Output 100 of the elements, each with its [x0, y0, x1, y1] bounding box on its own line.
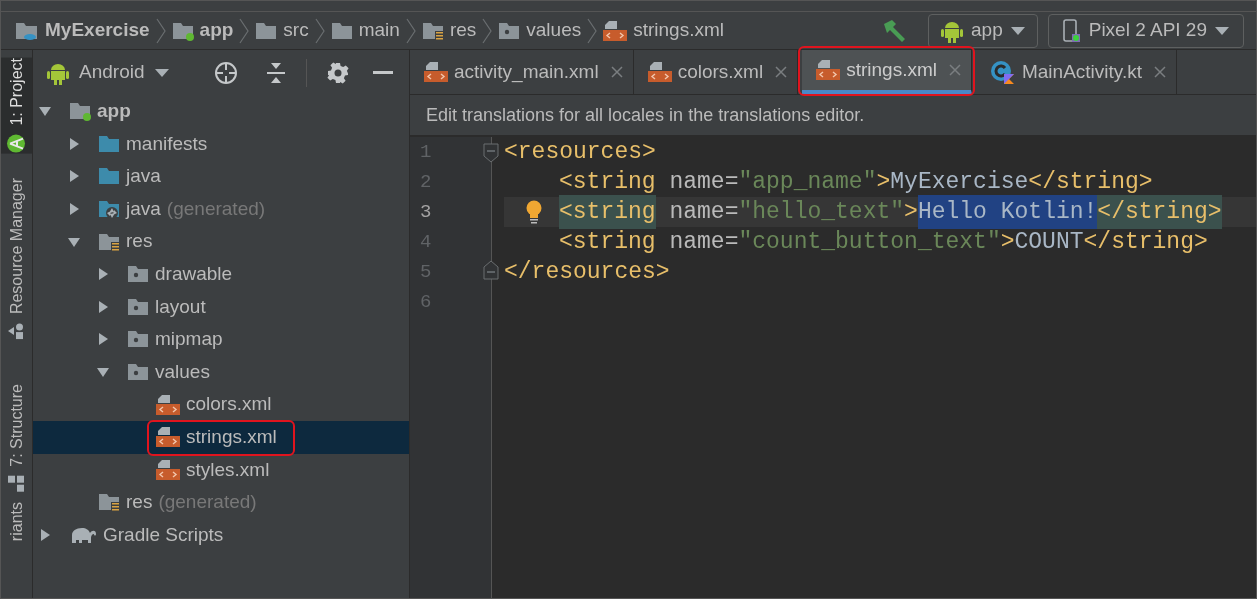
tree-item[interactable]: app	[33, 95, 409, 128]
tree-item[interactable]: res	[33, 225, 409, 258]
code-token: </resources>	[504, 257, 670, 287]
tree-suffix: (generated)	[166, 196, 266, 221]
tree-item[interactable]: Gradle Scripts	[33, 518, 409, 552]
tree-suffix: (generated)	[158, 490, 257, 515]
resource-folder-icon	[98, 492, 120, 513]
breadcrumb[interactable]: res	[419, 16, 479, 45]
shapes-icon	[7, 321, 26, 340]
resource-folder-icon	[98, 231, 120, 252]
tree-label: colors.xml	[186, 392, 272, 417]
editor-tab[interactable]: MainActivity.kt	[975, 50, 1177, 94]
editor-tab[interactable]: colors.xml	[633, 50, 799, 94]
folder-icon	[98, 166, 120, 187]
tree-item[interactable]: java	[33, 160, 409, 193]
code-token: name=	[668, 167, 739, 197]
expand-arrow-icon[interactable]	[67, 169, 81, 184]
breadcrumb[interactable]: app	[169, 16, 236, 45]
tree-item[interactable]: layout	[33, 290, 409, 324]
tree-item[interactable]: strings.xml	[33, 420, 409, 454]
xml-file-icon	[156, 393, 180, 416]
chevron-icon	[314, 17, 325, 44]
folder-icon	[127, 329, 149, 350]
close-icon[interactable]	[610, 66, 623, 78]
tree-label: manifests	[126, 131, 208, 156]
device-dropdown[interactable]: Pixel 2 API 29	[1047, 13, 1244, 48]
code-token: >	[904, 197, 918, 227]
chevron-icon	[239, 17, 250, 44]
notice-text: Edit translations for all locales in the translations editor.	[426, 103, 865, 127]
chevron-icon	[587, 17, 598, 44]
code-token: "app_name"	[738, 167, 877, 197]
folder-icon	[127, 264, 149, 285]
line-number: 3	[419, 199, 432, 225]
settings-icon[interactable]	[327, 61, 349, 84]
close-icon[interactable]	[1154, 66, 1166, 78]
android-studio-icon	[6, 133, 27, 154]
lightbulb-icon[interactable]	[525, 200, 543, 224]
tree-label: java	[126, 196, 161, 221]
folder-icon	[127, 362, 149, 383]
expand-arrow-icon[interactable]	[96, 332, 110, 347]
breadcrumb[interactable]: strings.xml	[601, 16, 726, 45]
collapse-all-icon[interactable]	[266, 61, 286, 84]
folder-icon	[98, 133, 120, 154]
tree-label: drawable	[155, 262, 233, 286]
caret-icon	[1215, 25, 1229, 36]
code-token: <string	[559, 167, 656, 197]
locate-icon[interactable]	[214, 60, 238, 85]
code-token: "count_button_text"	[738, 227, 1001, 257]
tree-item[interactable]: mipmap	[33, 323, 409, 356]
tree-label: res	[126, 229, 153, 254]
tree-label: app	[97, 99, 131, 124]
breadcrumb[interactable]: values	[496, 16, 584, 45]
fold-marker-icon[interactable]	[483, 260, 499, 280]
expand-arrow-icon[interactable]	[96, 267, 110, 282]
code-token: COUNT	[1014, 227, 1084, 257]
tree-label: styles.xml	[186, 457, 270, 482]
tree-label: layout	[155, 294, 206, 319]
tree-item[interactable]: colors.xml	[33, 388, 409, 421]
tree-label: strings.xml	[186, 425, 277, 449]
view-selector[interactable]: Android	[47, 58, 169, 87]
side-tab[interactable]: riants	[1, 502, 32, 550]
expand-arrow-icon[interactable]	[67, 202, 81, 217]
tree-item[interactable]: java (generated)	[33, 192, 409, 226]
tree-label: Gradle Scripts	[103, 522, 224, 547]
minimize-icon[interactable]	[373, 70, 393, 75]
module-folder-icon	[69, 101, 91, 122]
expand-arrow-icon[interactable]	[67, 136, 81, 151]
xml-file-icon	[647, 61, 672, 83]
fold-marker-icon[interactable]	[483, 143, 499, 163]
xml-file-icon	[603, 19, 628, 42]
run-config-dropdown[interactable]: app	[928, 13, 1038, 48]
code-token: </string>	[1083, 227, 1208, 257]
expand-arrow-icon[interactable]	[38, 528, 52, 542]
close-icon[interactable]	[775, 66, 788, 78]
code-token: >	[876, 167, 891, 197]
side-tab[interactable]: Resource Manager	[1, 177, 32, 340]
code-token: MyExercise	[890, 167, 1029, 197]
xml-file-icon	[156, 426, 180, 449]
expand-arrow-icon[interactable]	[96, 299, 110, 314]
tree-label: java	[126, 164, 161, 189]
tree-item[interactable]: values	[33, 355, 409, 389]
tree-label: mipmap	[155, 327, 223, 352]
side-tab[interactable]: 7: Structure	[1, 383, 32, 493]
side-tab[interactable]: 1: Project	[1, 58, 32, 154]
tree-item[interactable]: res (generated)	[33, 486, 409, 519]
editor-tab[interactable]: activity_main.xml	[410, 50, 634, 94]
breadcrumb[interactable]: main	[328, 16, 402, 45]
phone-icon	[1062, 18, 1081, 43]
tree-item[interactable]: manifests	[33, 127, 409, 161]
xml-file-icon	[156, 458, 180, 481]
folder-icon	[330, 20, 353, 41]
chevron-icon	[482, 17, 493, 44]
tree-label: values	[155, 359, 210, 384]
breadcrumb[interactable]: src	[253, 16, 311, 45]
chevron-icon	[405, 17, 416, 44]
breadcrumb[interactable]: MyExercise	[13, 16, 152, 45]
tree-item[interactable]: styles.xml	[33, 453, 409, 487]
generated-folder-icon	[98, 199, 120, 220]
caret-icon	[1010, 25, 1025, 36]
tree-item[interactable]: drawable	[33, 257, 409, 291]
